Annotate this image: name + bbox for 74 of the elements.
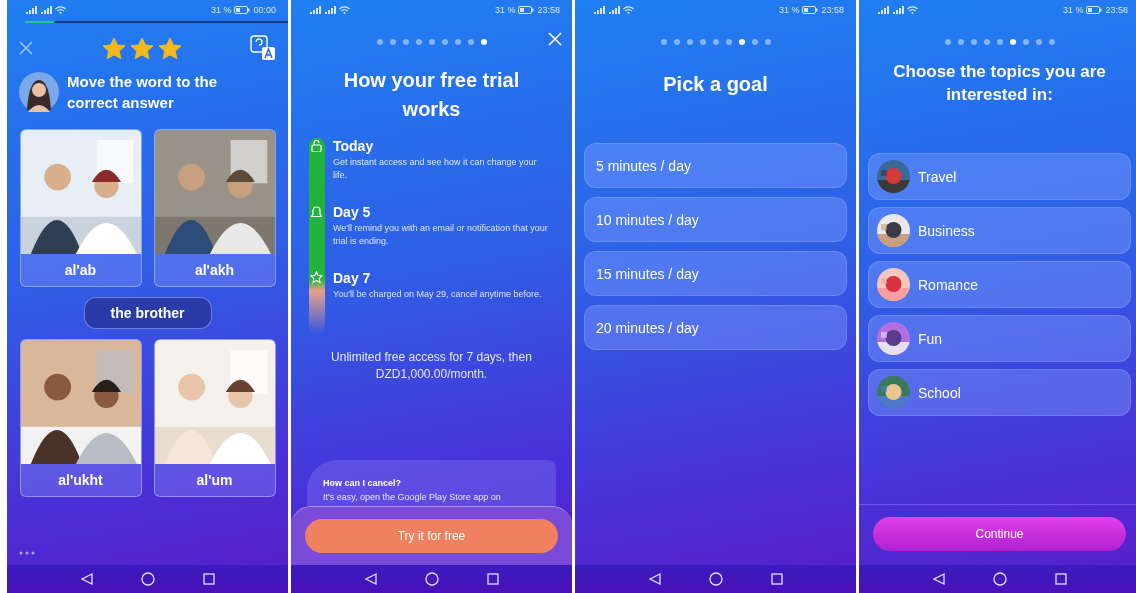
continue-button[interactable]: Continue <box>873 517 1126 551</box>
topic-option[interactable]: School <box>868 369 1131 416</box>
instruction-text: Move the word to the correct answer <box>67 72 218 113</box>
wifi-icon <box>907 6 918 14</box>
word-chip[interactable]: the brother <box>83 297 212 329</box>
home-icon[interactable] <box>992 572 1007 586</box>
topic-option[interactable]: Romance <box>868 261 1131 308</box>
battery-percent: 31 % <box>210 5 232 15</box>
screen-title: Pick a goal <box>662 72 769 97</box>
back-icon[interactable] <box>80 573 93 585</box>
battery-percent: 31 % <box>1062 5 1084 15</box>
signal-icon <box>25 6 37 14</box>
answer-card[interactable]: al'akh <box>153 129 276 287</box>
recents-icon[interactable] <box>486 573 499 585</box>
faq-answer: It's easy, open the Google Play Store app on <box>323 492 502 502</box>
clock-time: 23:58 <box>1105 5 1128 15</box>
step-description: We'll remind you with an email or notification that your trial is ending. <box>333 222 548 248</box>
star-icon <box>129 36 154 60</box>
step-description: Get instant access and see how it can change your life. <box>333 156 538 182</box>
more-icon[interactable] <box>19 551 35 555</box>
recents-icon[interactable] <box>202 573 215 585</box>
goal-option[interactable]: 20 minutes / day <box>584 305 847 350</box>
answer-card[interactable]: al'ab <box>19 129 142 287</box>
step-title: Day 5 <box>333 204 372 220</box>
screen-title: Choose the topics you are interested in: <box>892 61 1107 106</box>
clock-time: 23:58 <box>537 5 560 15</box>
signal-icon <box>877 6 889 14</box>
goal-option[interactable]: 15 minutes / day <box>584 251 847 296</box>
star-icon <box>157 36 182 60</box>
signal-icon <box>593 6 605 14</box>
star-icon <box>101 36 126 60</box>
topic-option[interactable]: Business <box>868 207 1131 254</box>
step-title: Today <box>333 138 375 154</box>
signal-icon <box>608 6 620 14</box>
back-icon[interactable] <box>364 573 377 585</box>
translate-icon[interactable] <box>250 35 276 61</box>
signal-icon <box>40 6 52 14</box>
star-icon <box>310 271 323 284</box>
goal-option[interactable]: 5 minutes / day <box>584 143 847 188</box>
step-description: You'll be charged on May 29, cancel anytime before. <box>333 288 543 301</box>
topic-option[interactable]: Travel <box>868 153 1131 200</box>
answer-card[interactable]: al'ukht <box>19 339 142 497</box>
battery-percent: 31 % <box>494 5 516 15</box>
battery-icon <box>802 6 819 14</box>
wifi-icon <box>623 6 634 14</box>
wifi-icon <box>55 6 66 14</box>
wifi-icon <box>339 6 350 14</box>
clock-time: 23:58 <box>821 5 844 15</box>
answer-card[interactable]: al'um <box>153 339 276 497</box>
faq-question: How can I cancel? <box>323 478 403 488</box>
avatar-icon <box>19 72 59 112</box>
clock-time: 00:00 <box>253 5 276 15</box>
signal-icon <box>892 6 904 14</box>
battery-percent: 31 % <box>778 5 800 15</box>
recents-icon[interactable] <box>1054 573 1067 585</box>
battery-icon <box>518 6 535 14</box>
battery-icon <box>1086 6 1103 14</box>
step-title: Day 7 <box>333 270 372 286</box>
offer-text: Unlimited free access for 7 days, then DZD1,000.00/month. <box>330 349 533 383</box>
home-icon[interactable] <box>708 572 723 586</box>
signal-icon <box>309 6 321 14</box>
goal-option[interactable]: 10 minutes / day <box>584 197 847 242</box>
battery-icon <box>234 6 251 14</box>
topic-option[interactable]: Fun <box>868 315 1131 362</box>
back-icon[interactable] <box>648 573 661 585</box>
back-icon[interactable] <box>932 573 945 585</box>
signal-icon <box>324 6 336 14</box>
screen-title: How your free trial works <box>342 68 521 122</box>
padlock-icon <box>310 139 323 152</box>
home-icon[interactable] <box>424 572 439 586</box>
recents-icon[interactable] <box>770 573 783 585</box>
home-icon[interactable] <box>140 572 155 586</box>
try-free-button[interactable]: Try it for free <box>305 519 558 553</box>
bell-icon <box>310 205 323 218</box>
